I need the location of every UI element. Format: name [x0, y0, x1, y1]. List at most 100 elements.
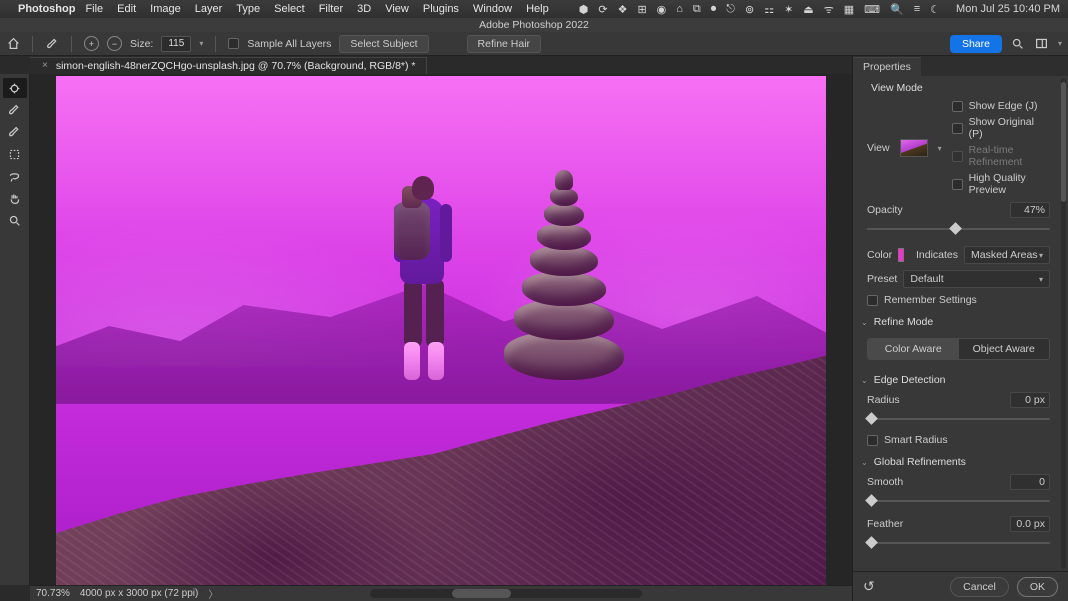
document-canvas[interactable] [56, 76, 826, 585]
chevron-down-icon[interactable]: ▾ [199, 39, 203, 48]
indicates-select[interactable]: Masked Areas▾ [964, 246, 1050, 264]
opacity-slider[interactable] [867, 224, 1050, 234]
show-original-label: Show Original (P) [969, 116, 1050, 140]
menu-filter[interactable]: Filter [319, 3, 343, 15]
brush-size-increase-button[interactable]: + [84, 36, 99, 51]
radius-value[interactable]: 0 px [1010, 392, 1050, 408]
refine-mode-segmented[interactable]: Color Aware Object Aware [867, 338, 1050, 360]
status-icon[interactable]: ✶ [784, 3, 793, 16]
menu-window[interactable]: Window [473, 3, 512, 15]
menu-image[interactable]: Image [150, 3, 181, 15]
status-icon[interactable]: ⊚ [745, 3, 754, 16]
section-edge-detection[interactable]: ⌄Edge Detection [853, 368, 1060, 390]
document-dimensions[interactable]: 4000 px x 3000 px (72 ppi) [80, 588, 198, 599]
reset-icon[interactable]: ↺ [863, 578, 875, 595]
remember-settings-checkbox[interactable] [867, 295, 878, 306]
home-icon[interactable] [6, 37, 20, 51]
canvas-area[interactable] [30, 74, 852, 585]
quick-selection-tool[interactable] [3, 78, 27, 98]
menu-3d[interactable]: 3D [357, 3, 371, 15]
menubar-clock[interactable]: Mon Jul 25 10:40 PM [956, 3, 1060, 15]
chevron-down-icon[interactable]: ▾ [1058, 39, 1062, 48]
menu-type[interactable]: Type [236, 3, 260, 15]
status-icon[interactable]: ▦ [844, 3, 854, 16]
remember-settings-label: Remember Settings [884, 294, 977, 306]
share-button[interactable]: Share [950, 35, 1002, 53]
zoom-level[interactable]: 70.73% [36, 588, 70, 599]
status-icon[interactable]: ⌂ [676, 3, 683, 15]
section-title: Global Refinements [874, 456, 966, 468]
menu-edit[interactable]: Edit [117, 3, 136, 15]
size-label: Size: [130, 38, 153, 50]
preset-select[interactable]: Default▾ [903, 270, 1050, 288]
status-icon[interactable]: ⏺ [711, 3, 717, 16]
feather-value[interactable]: 0.0 px [1010, 516, 1050, 532]
wifi-icon[interactable]: ᯤ [824, 2, 834, 17]
show-edge-checkbox[interactable] [952, 101, 963, 112]
refine-hair-button[interactable]: Refine Hair [467, 35, 542, 53]
sample-all-layers-checkbox[interactable] [228, 38, 239, 49]
search-icon[interactable] [1010, 36, 1026, 52]
opacity-value[interactable]: 47% [1010, 202, 1050, 218]
menu-help[interactable]: Help [526, 3, 549, 15]
object-aware-option[interactable]: Object Aware [959, 339, 1050, 359]
preset-value: Default [910, 273, 943, 285]
smooth-slider[interactable] [867, 496, 1050, 506]
status-icon[interactable]: ❖ [618, 3, 628, 16]
smooth-value[interactable]: 0 [1010, 474, 1050, 490]
properties-tab[interactable]: Properties [853, 57, 921, 76]
menu-plugins[interactable]: Plugins [423, 3, 459, 15]
hq-preview-checkbox[interactable] [952, 179, 963, 190]
status-icon[interactable]: ⎋ [726, 3, 735, 16]
section-global-refinements[interactable]: ⌄Global Refinements [853, 450, 1060, 472]
radius-slider[interactable] [867, 414, 1050, 424]
spotlight-icon[interactable]: 🔍 [890, 3, 904, 16]
refine-edge-brush-tool[interactable] [3, 100, 27, 120]
separator [32, 36, 33, 52]
zoom-tool[interactable] [3, 210, 27, 230]
vertical-scrollbar[interactable] [1061, 78, 1066, 569]
status-icon[interactable]: ⏏ [803, 3, 813, 16]
brush-size-input[interactable] [161, 36, 191, 52]
status-icon[interactable]: ⬢ [579, 3, 589, 16]
status-icon[interactable]: ⟳ [598, 3, 607, 16]
separator [71, 36, 72, 52]
brush-tool[interactable] [3, 122, 27, 142]
show-original-checkbox[interactable] [952, 123, 963, 134]
ok-button[interactable]: OK [1017, 577, 1058, 597]
horizontal-scrollbar[interactable] [370, 589, 642, 598]
status-icon[interactable]: ⚏ [764, 3, 774, 16]
smart-radius-checkbox[interactable] [867, 435, 878, 446]
status-icon[interactable]: ⧉ [693, 3, 701, 16]
menu-layer[interactable]: Layer [195, 3, 223, 15]
control-center-icon[interactable]: ≡ [914, 3, 920, 15]
panel-tab-row: Properties [853, 56, 1068, 76]
workspace-switcher-icon[interactable] [1034, 36, 1050, 52]
document-tab[interactable]: × simon-english-48nerZQCHgo-unsplash.jpg… [30, 57, 427, 74]
lasso-tool[interactable] [3, 166, 27, 186]
menubar-status-icons: ⬢ ⟳ ❖ ⊞ ◉ ⌂ ⧉ ⏺ ⎋ ⊚ ⚏ ✶ ⏏ ᯤ ▦ ⌨ 🔍 ≡ ☾ Mo… [579, 2, 1060, 17]
close-tab-icon[interactable]: × [42, 60, 48, 71]
view-thumbnail[interactable] [900, 139, 928, 157]
status-icon[interactable]: ☾ [930, 3, 940, 16]
app-name[interactable]: Photoshop [18, 3, 75, 15]
object-selection-tool[interactable] [3, 144, 27, 164]
feather-slider[interactable] [867, 538, 1050, 548]
select-subject-button[interactable]: Select Subject [339, 35, 428, 53]
cancel-button[interactable]: Cancel [950, 577, 1009, 597]
section-refine-mode[interactable]: ⌄Refine Mode [853, 310, 1060, 332]
menu-view[interactable]: View [385, 3, 409, 15]
overlay-color-swatch[interactable] [898, 248, 904, 262]
status-icon[interactable]: ◉ [657, 3, 667, 16]
color-aware-option[interactable]: Color Aware [868, 339, 959, 359]
brush-size-decrease-button[interactable]: − [107, 36, 122, 51]
status-icon[interactable]: ⊞ [637, 3, 646, 16]
hq-preview-label: High Quality Preview [969, 172, 1050, 196]
chevron-down-icon[interactable]: ▾ [938, 144, 942, 153]
menu-select[interactable]: Select [274, 3, 305, 15]
menu-file[interactable]: File [85, 3, 103, 15]
status-flyout-icon[interactable]: 〉 [208, 586, 218, 601]
brush-tool-icon[interactable] [45, 37, 59, 51]
hand-tool[interactable] [3, 188, 27, 208]
status-icon[interactable]: ⌨ [864, 3, 880, 16]
